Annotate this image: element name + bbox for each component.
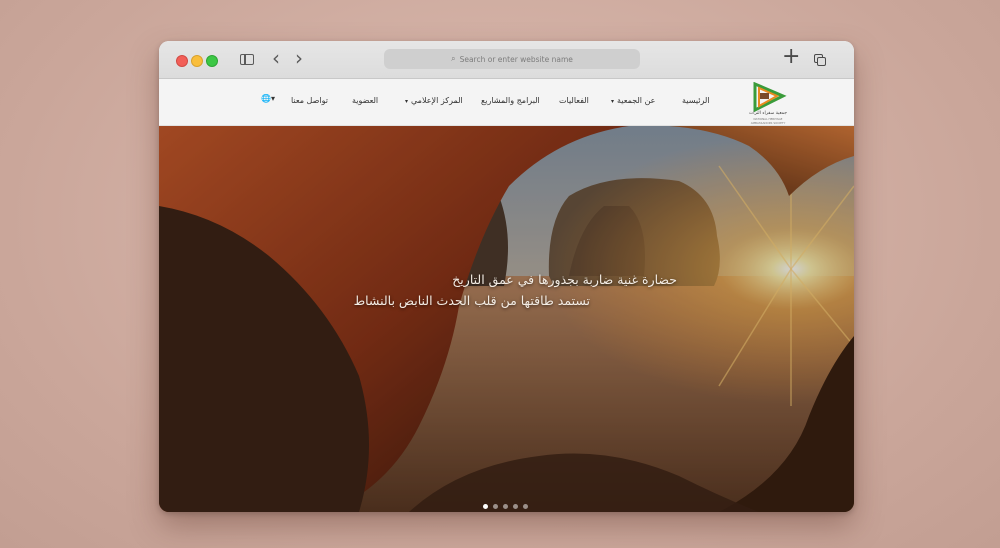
forward-icon[interactable]: › [295,48,303,68]
tabs-overview-icon[interactable] [814,54,826,66]
back-icon[interactable]: ‹ [272,48,280,68]
hero-background-image [159,126,854,512]
nav-item-programs[interactable]: البرامج والمشاريع [481,96,540,105]
nav-item-media-center[interactable]: المركز الإعلامي▾ [405,96,463,105]
nav-item-home[interactable]: الرئيسية [682,96,710,105]
close-window-button[interactable] [176,55,188,67]
logo-emblem-icon [753,81,787,113]
search-icon: ⌕ [451,54,456,63]
site-logo[interactable]: جمعية سفراء التراث NATIONAL HERITAGE AMB… [745,81,791,125]
zoom-window-button[interactable] [206,55,218,67]
slider-dot-1[interactable] [483,504,488,509]
slider-pagination [483,504,528,509]
browser-window: ‹ › ⌕ Search or enter website name + 🌐▾ … [159,41,854,512]
nav-item-about[interactable]: عن الجمعية▾ [611,96,655,105]
slider-dot-5[interactable] [523,504,528,509]
new-tab-icon[interactable]: + [782,46,800,68]
chevron-down-icon: ▾ [611,98,615,105]
slider-dot-4[interactable] [513,504,518,509]
logo-name: جمعية سفراء التراث [748,111,788,116]
browser-titlebar: ‹ › ⌕ Search or enter website name + [159,41,854,79]
language-globe-icon[interactable]: 🌐▾ [261,94,275,103]
minimize-window-button[interactable] [191,55,203,67]
address-bar[interactable]: ⌕ Search or enter website name [384,49,640,69]
chevron-down-icon: ▾ [405,98,409,105]
site-navbar: 🌐▾ تواصل معنا العضوية المركز الإعلامي▾ ا… [159,79,854,126]
address-bar-placeholder: Search or enter website name [459,54,573,64]
logo-subtitle: NATIONAL HERITAGE AMBASSADORS SOCIETY [750,117,786,125]
sidebar-icon[interactable] [240,54,254,65]
slider-dot-2[interactable] [493,504,498,509]
nav-item-events[interactable]: الفعاليات [559,96,589,105]
hero-headline: حضارة غنية ضاربة بجذورها في عمق التاريخ [452,272,677,287]
hero-slider: حضارة غنية ضاربة بجذورها في عمق التاريخ … [159,126,854,512]
nav-item-contact[interactable]: تواصل معنا [291,96,328,105]
hero-subheadline: تستمد طاقتها من قلب الحدث النابض بالنشاط [353,293,590,308]
slider-dot-3[interactable] [503,504,508,509]
nav-item-membership[interactable]: العضوية [352,96,378,105]
